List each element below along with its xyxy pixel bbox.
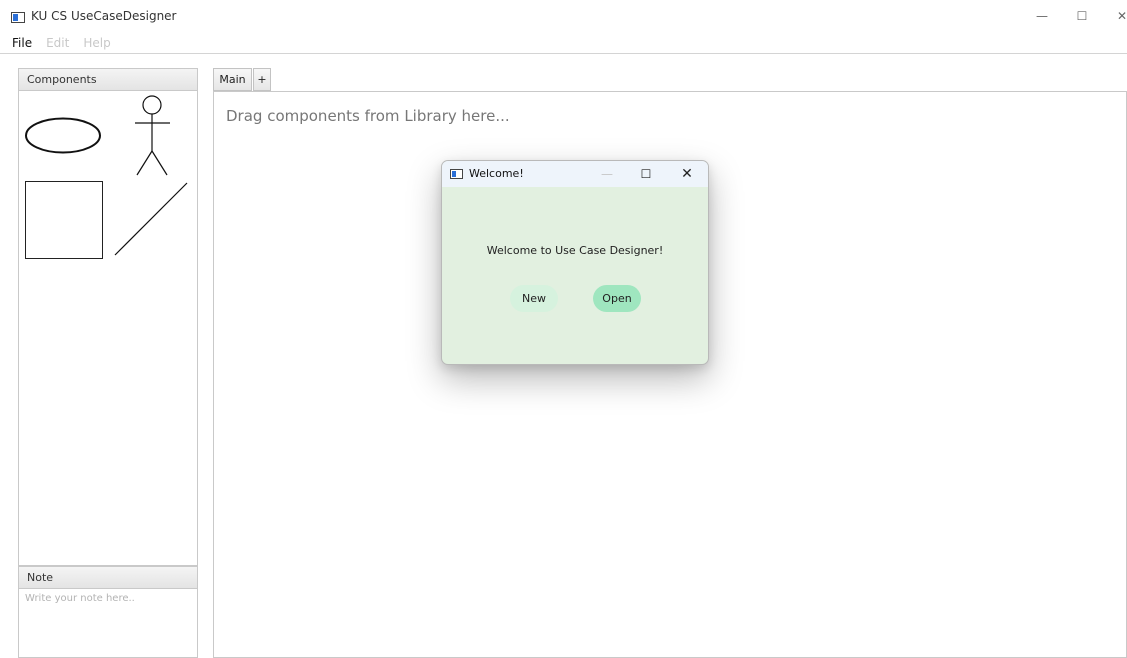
tab-main[interactable]: Main [213, 68, 252, 91]
menu-file[interactable]: File [12, 35, 32, 51]
dialog-window-icon [450, 169, 463, 179]
window-titlebar: KU CS UseCaseDesigner — ☐ ✕ [0, 0, 1127, 32]
window-close-button[interactable]: ✕ [1102, 4, 1127, 28]
use-case-ellipse-icon[interactable] [23, 113, 103, 158]
actor-stick-figure-icon[interactable] [127, 93, 187, 179]
components-panel-header: Components [18, 68, 198, 91]
note-panel [18, 589, 198, 658]
dialog-message: Welcome to Use Case Designer! [486, 244, 664, 257]
welcome-dialog: Welcome! — ☐ ✕ Welcome to Use Case Desig… [441, 160, 709, 365]
system-boundary-rectangle-icon[interactable] [25, 181, 103, 259]
window-minimize-button[interactable]: — [1022, 4, 1062, 28]
window-maximize-button[interactable]: ☐ [1062, 4, 1102, 28]
dialog-close-button[interactable]: ✕ [672, 164, 702, 184]
menu-help: Help [83, 35, 111, 50]
dialog-titlebar: Welcome! — ☐ ✕ [442, 161, 708, 187]
components-panel [18, 91, 198, 566]
open-button[interactable]: Open [593, 285, 641, 312]
add-tab-button[interactable]: + [253, 68, 271, 91]
note-textarea[interactable] [19, 589, 197, 657]
dialog-maximize-button[interactable]: ☐ [631, 164, 661, 184]
note-panel-header: Note [18, 566, 198, 589]
canvas-hint: Drag components from Library here... [226, 107, 510, 125]
menu-bar: File Edit Help [0, 32, 1127, 54]
menu-edit: Edit [46, 35, 70, 50]
dialog-minimize-button: — [601, 167, 613, 181]
dialog-title: Welcome! [469, 167, 524, 180]
app-window-icon [11, 12, 25, 23]
new-button[interactable]: New [510, 285, 558, 312]
association-line-icon[interactable] [111, 181, 189, 259]
window-title: KU CS UseCaseDesigner [31, 9, 177, 23]
